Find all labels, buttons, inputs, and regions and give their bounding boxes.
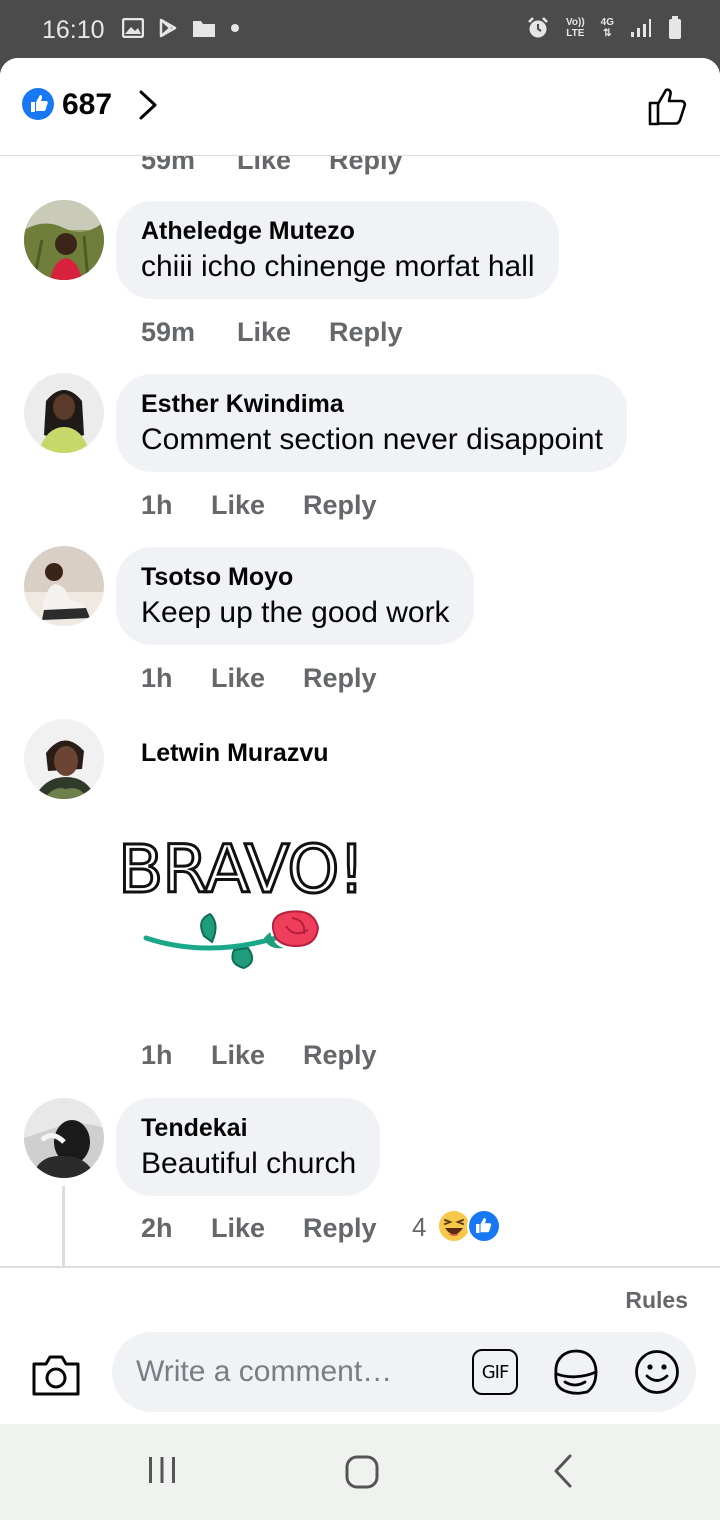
folder-icon: [193, 21, 215, 37]
comment-text: chiii icho chinenge morfat hall: [141, 250, 535, 283]
comment-text: Beautiful church: [141, 1147, 357, 1180]
comment-bubble[interactable]: Esther Kwindima Comment section never di…: [116, 374, 627, 472]
gif-label: GIF: [481, 1361, 510, 1383]
like-link[interactable]: Like: [211, 663, 303, 694]
reply-link[interactable]: Reply: [303, 1213, 377, 1244]
signal-icon: [631, 19, 651, 37]
reply-thread-line: [62, 1186, 65, 1266]
battery-icon: [669, 16, 681, 39]
alarm-icon: [528, 17, 548, 38]
comments-sheet: 687 59m Like Reply Atheledge Mutezo chiii …: [0, 58, 720, 1424]
haha-reaction-icon[interactable]: [437, 1209, 471, 1243]
comment-bubble[interactable]: Tendekai Beautiful church: [116, 1098, 381, 1196]
comment-time: 1h: [141, 663, 173, 693]
comment-author[interactable]: Tendekai: [141, 1112, 356, 1144]
comment-time: 59m: [141, 317, 196, 347]
comment-time: 1h: [141, 490, 173, 520]
comment-text: Keep up the good work: [141, 596, 450, 629]
like-badge-icon: [22, 88, 54, 120]
like-reaction-icon[interactable]: [467, 1209, 501, 1243]
comment-input[interactable]: [136, 1352, 436, 1392]
reply-link[interactable]: Reply: [303, 1040, 377, 1071]
bravo-sticker[interactable]: BRAVO!: [116, 830, 366, 990]
sticker-text: BRAVO!: [117, 830, 367, 910]
reply-link[interactable]: Reply: [329, 317, 403, 348]
camera-icon[interactable]: [30, 1350, 82, 1398]
status-bar: 16:10 Vo)) LTE 4G ⇅: [0, 0, 720, 62]
like-link[interactable]: Like: [211, 490, 303, 521]
like-link[interactable]: Like: [237, 317, 329, 348]
comment-text: Comment section never disappoint: [141, 423, 603, 456]
comment-time: 1h: [141, 1040, 173, 1070]
chevron-right-icon[interactable]: [136, 88, 160, 122]
comment-actions: 2h Like Reply: [141, 1213, 377, 1244]
thumbs-up-icon[interactable]: [646, 84, 690, 128]
comment-author[interactable]: Letwin Murazvu: [141, 737, 329, 769]
comment-actions: 1h Like Reply: [141, 663, 377, 694]
avatar[interactable]: [24, 200, 104, 280]
rose-icon: [143, 910, 320, 970]
comment-bubble[interactable]: Atheledge Mutezo chiii icho chinenge mor…: [116, 201, 559, 299]
volte-icon: Vo)) LTE: [566, 17, 585, 39]
home-icon[interactable]: [344, 1454, 380, 1490]
network-label: 4G: [600, 17, 614, 28]
clock: 16:10: [42, 16, 105, 44]
system-nav-bar: [0, 1424, 720, 1520]
volte-label: Vo)): [565, 17, 585, 28]
comments-list: 59m Like Reply Atheledge Mutezo chiii icho…: [0, 58, 720, 1266]
emoji-icon[interactable]: [634, 1349, 680, 1395]
sticker-icon[interactable]: [553, 1348, 599, 1396]
comment-author[interactable]: Tsotso Moyo: [141, 561, 450, 593]
comment-actions: 59m Like Reply: [141, 317, 403, 348]
like-count[interactable]: 687: [62, 88, 112, 122]
avatar[interactable]: [24, 373, 104, 453]
lte-label: LTE: [566, 28, 585, 39]
play-store-icon: [159, 18, 177, 38]
comment-time: 2h: [141, 1213, 173, 1243]
composer-divider: [0, 1266, 720, 1268]
comment-author[interactable]: Esther Kwindima: [141, 388, 603, 420]
gif-icon[interactable]: GIF: [472, 1349, 518, 1395]
comment-actions: 1h Like Reply: [141, 490, 377, 521]
avatar[interactable]: [24, 546, 104, 626]
recents-icon[interactable]: [146, 1455, 178, 1485]
rules-link[interactable]: Rules: [625, 1287, 688, 1314]
avatar[interactable]: [24, 719, 104, 799]
gallery-icon: [122, 18, 144, 38]
like-link[interactable]: Like: [211, 1213, 303, 1244]
reply-link[interactable]: Reply: [303, 490, 377, 521]
comment-composer[interactable]: GIF: [112, 1332, 696, 1412]
reactions-header: 687: [0, 58, 720, 156]
avatar[interactable]: [24, 1098, 104, 1178]
comment-author[interactable]: Atheledge Mutezo: [141, 215, 535, 247]
back-icon[interactable]: [550, 1452, 576, 1490]
like-link[interactable]: Like: [211, 1040, 303, 1071]
comment-actions: 1h Like Reply: [141, 1040, 377, 1071]
reply-link[interactable]: Reply: [303, 663, 377, 694]
comment-bubble[interactable]: Tsotso Moyo Keep up the good work: [116, 547, 474, 645]
4g-data-icon: 4G ⇅: [600, 17, 614, 39]
dot-icon: [231, 24, 239, 32]
reaction-count[interactable]: 4: [412, 1212, 426, 1243]
